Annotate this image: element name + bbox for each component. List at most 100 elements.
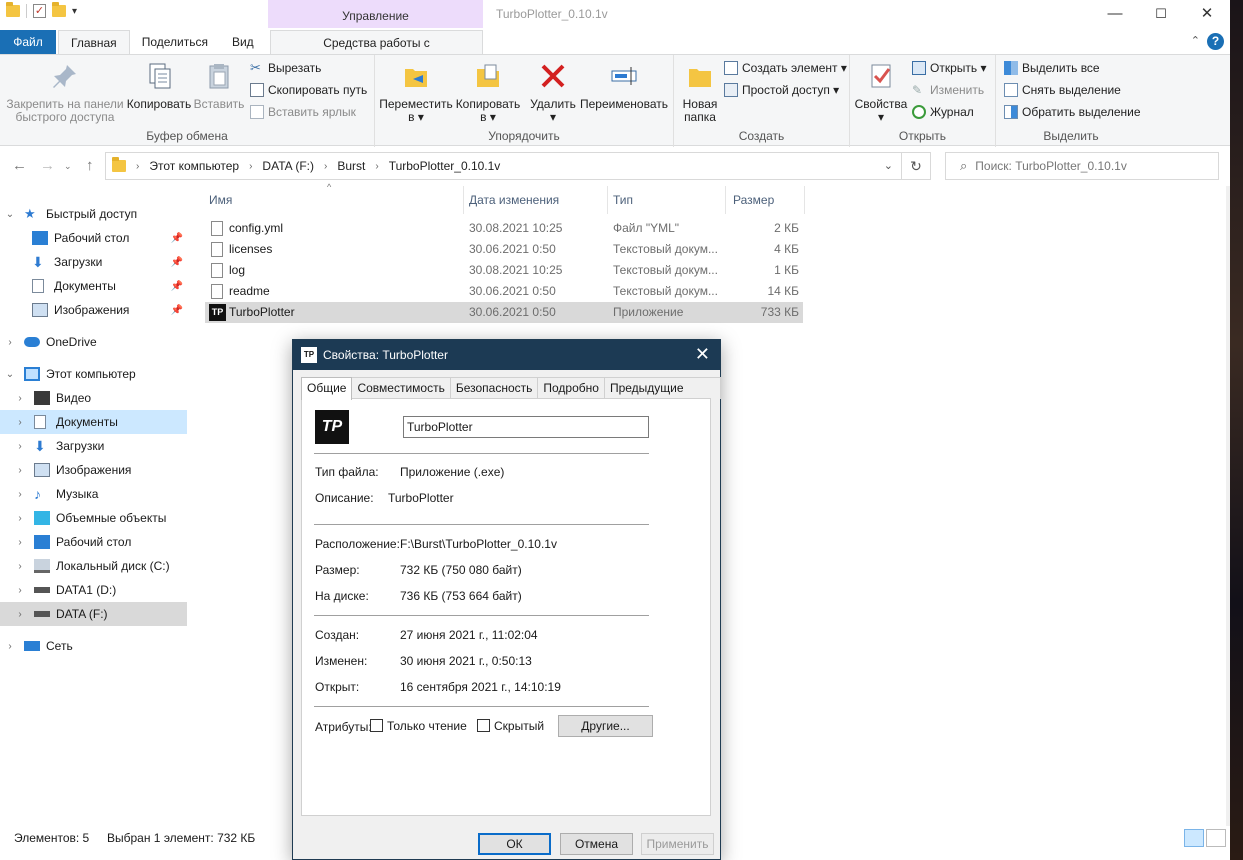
nav-pc-pictures[interactable]: › Изображения xyxy=(0,458,187,482)
column-header-type[interactable]: Тип xyxy=(613,186,633,214)
large-icons-view-icon[interactable] xyxy=(1206,829,1226,847)
edit-button[interactable]: ✎ Изменить xyxy=(912,83,984,97)
chevron-right-icon[interactable]: › xyxy=(14,465,26,476)
column-divider[interactable] xyxy=(463,186,464,214)
pin-icon[interactable]: 📌 xyxy=(171,281,183,292)
crumb-turboplotter[interactable]: TurboPlotter_0.10.1v xyxy=(389,159,501,173)
checkbox[interactable] xyxy=(370,719,383,732)
chevron-right-icon[interactable]: › xyxy=(4,641,16,652)
chevron-right-icon[interactable]: › xyxy=(14,393,26,404)
easy-access-button[interactable]: Простой доступ ▾ xyxy=(724,83,839,97)
chevron-right-icon[interactable]: › xyxy=(14,513,26,524)
column-divider[interactable] xyxy=(725,186,726,214)
hidden-checkbox[interactable]: Скрытый xyxy=(477,719,544,733)
advanced-attributes-button[interactable]: Другие... xyxy=(558,715,653,737)
pin-icon[interactable]: 📌 xyxy=(171,233,183,244)
delete-button[interactable]: Удалить ▾ xyxy=(527,61,579,124)
cancel-button[interactable]: Отмена xyxy=(560,833,633,855)
nav-qa-downloads[interactable]: ⬇ Загрузки 📌 xyxy=(0,250,187,274)
chevron-right-icon[interactable]: › xyxy=(14,537,26,548)
address-dropdown-icon[interactable]: ⌄ xyxy=(884,159,893,172)
column-header-date[interactable]: Дата изменения xyxy=(469,186,559,214)
readonly-checkbox[interactable]: Только чтение xyxy=(370,719,467,733)
history-button[interactable]: Журнал xyxy=(912,105,974,119)
copy-path-button[interactable]: Скопировать путь xyxy=(250,83,367,97)
nav-pc-drive-f[interactable]: › DATA (F:) xyxy=(0,602,187,626)
nav-qa-pictures[interactable]: Изображения 📌 xyxy=(0,298,187,322)
search-input[interactable]: ⌕ Поиск: TurboPlotter_0.10.1v xyxy=(945,152,1219,180)
customize-qa-icon[interactable]: ▾ xyxy=(72,6,77,17)
nav-pc-documents[interactable]: › Документы xyxy=(0,410,187,434)
tab-security[interactable]: Безопасность xyxy=(449,377,539,399)
chevron-right-icon[interactable]: › xyxy=(14,417,26,428)
paste-shortcut-button[interactable]: Вставить ярлык xyxy=(250,105,356,119)
minimize-button[interactable]: — xyxy=(1092,0,1138,28)
new-item-button[interactable]: Создать элемент ▾ xyxy=(724,61,847,75)
address-bar[interactable]: › Этот компьютер › DATA (F:) › Burst › T… xyxy=(105,152,902,180)
chevron-right-icon[interactable]: › xyxy=(14,609,26,620)
copy-to-button[interactable]: Копировать в ▾ xyxy=(453,61,523,124)
crumb-this-pc[interactable]: Этот компьютер xyxy=(149,159,239,173)
recent-locations-icon[interactable]: ⌄ xyxy=(64,161,72,172)
nav-quick-access[interactable]: ⌄ ★ Быстрый доступ xyxy=(0,202,187,226)
chevron-down-icon[interactable]: ⌄ xyxy=(4,209,16,220)
tab-share[interactable]: Поделиться xyxy=(130,30,220,54)
crumb-data-f[interactable]: DATA (F:) xyxy=(262,159,314,173)
new-folder-button[interactable]: Новая папка xyxy=(678,61,722,124)
new-folder-qa-icon[interactable] xyxy=(52,2,66,17)
tab-view[interactable]: Вид xyxy=(220,30,266,54)
properties-qa-icon[interactable]: ✓ xyxy=(33,4,46,18)
chevron-down-icon[interactable]: ⌄ xyxy=(4,369,16,380)
tab-file[interactable]: Файл xyxy=(0,30,56,54)
up-icon[interactable]: ↑ xyxy=(86,157,94,174)
apply-button[interactable]: Применить xyxy=(641,833,714,855)
collapse-ribbon-icon[interactable]: ⌃ xyxy=(1191,34,1200,47)
crumb-burst[interactable]: Burst xyxy=(337,159,365,173)
nav-qa-desktop[interactable]: Рабочий стол 📌 xyxy=(0,226,187,250)
filename-field[interactable]: TurboPlotter xyxy=(403,416,649,438)
nav-pc-downloads[interactable]: › ⬇ Загрузки xyxy=(0,434,187,458)
nav-pc-desktop[interactable]: › Рабочий стол xyxy=(0,530,187,554)
nav-onedrive[interactable]: › OneDrive xyxy=(0,330,187,354)
chevron-right-icon[interactable]: › xyxy=(4,337,16,348)
nav-pc-drive-c[interactable]: › Локальный диск (C:) xyxy=(0,554,187,578)
help-icon[interactable]: ? xyxy=(1207,33,1224,50)
column-header-name[interactable]: Имя xyxy=(209,186,232,214)
nav-pc-drive-d[interactable]: › DATA1 (D:) xyxy=(0,578,187,602)
rename-button[interactable]: Переименовать xyxy=(577,61,671,111)
refresh-button[interactable]: ↻ xyxy=(902,152,931,180)
column-divider[interactable] xyxy=(607,186,608,214)
table-row[interactable]: config.yml 30.08.2021 10:25 Файл "YML" 2… xyxy=(205,218,803,239)
table-row[interactable]: log 30.08.2021 10:25 Текстовый докум... … xyxy=(205,260,803,281)
close-button[interactable]: ✕ xyxy=(1184,0,1230,28)
chevron-right-icon[interactable]: › xyxy=(14,561,26,572)
tab-home[interactable]: Главная xyxy=(58,30,130,54)
nav-pc-videos[interactable]: › Видео xyxy=(0,386,187,410)
table-row[interactable]: TP TurboPlotter 30.06.2021 0:50 Приложен… xyxy=(205,302,803,323)
open-button[interactable]: Открыть ▾ xyxy=(912,61,986,75)
select-none-button[interactable]: Снять выделение xyxy=(1004,83,1121,97)
pin-icon[interactable]: 📌 xyxy=(171,257,183,268)
tab-compatibility[interactable]: Совместимость xyxy=(351,377,451,399)
chevron-right-icon[interactable]: › xyxy=(14,585,26,596)
nav-qa-documents[interactable]: Документы 📌 xyxy=(0,274,187,298)
chevron-right-icon[interactable]: › xyxy=(14,489,26,500)
table-row[interactable]: readme 30.06.2021 0:50 Текстовый докум..… xyxy=(205,281,803,302)
pin-quick-access-button[interactable]: Закрепить на панели быстрого доступа xyxy=(6,61,124,124)
nav-this-pc[interactable]: ⌄ Этот компьютер xyxy=(0,362,187,386)
nav-network[interactable]: › Сеть xyxy=(0,634,187,658)
dialog-close-icon[interactable]: ✕ xyxy=(695,345,710,363)
pin-icon[interactable]: 📌 xyxy=(171,305,183,316)
table-row[interactable]: licenses 30.06.2021 0:50 Текстовый докум… xyxy=(205,239,803,260)
forward-icon[interactable]: → xyxy=(40,157,55,174)
tab-details[interactable]: Подробно xyxy=(537,377,605,399)
select-all-button[interactable]: Выделить все xyxy=(1004,61,1100,75)
tab-general[interactable]: Общие xyxy=(301,377,353,400)
column-header-size[interactable]: Размер xyxy=(733,186,774,214)
checkbox[interactable] xyxy=(477,719,490,732)
back-icon[interactable]: ← xyxy=(12,157,27,174)
details-view-icon[interactable] xyxy=(1184,829,1204,847)
column-divider[interactable] xyxy=(804,186,805,214)
maximize-button[interactable]: ☐ xyxy=(1138,0,1184,28)
chevron-right-icon[interactable]: › xyxy=(14,441,26,452)
